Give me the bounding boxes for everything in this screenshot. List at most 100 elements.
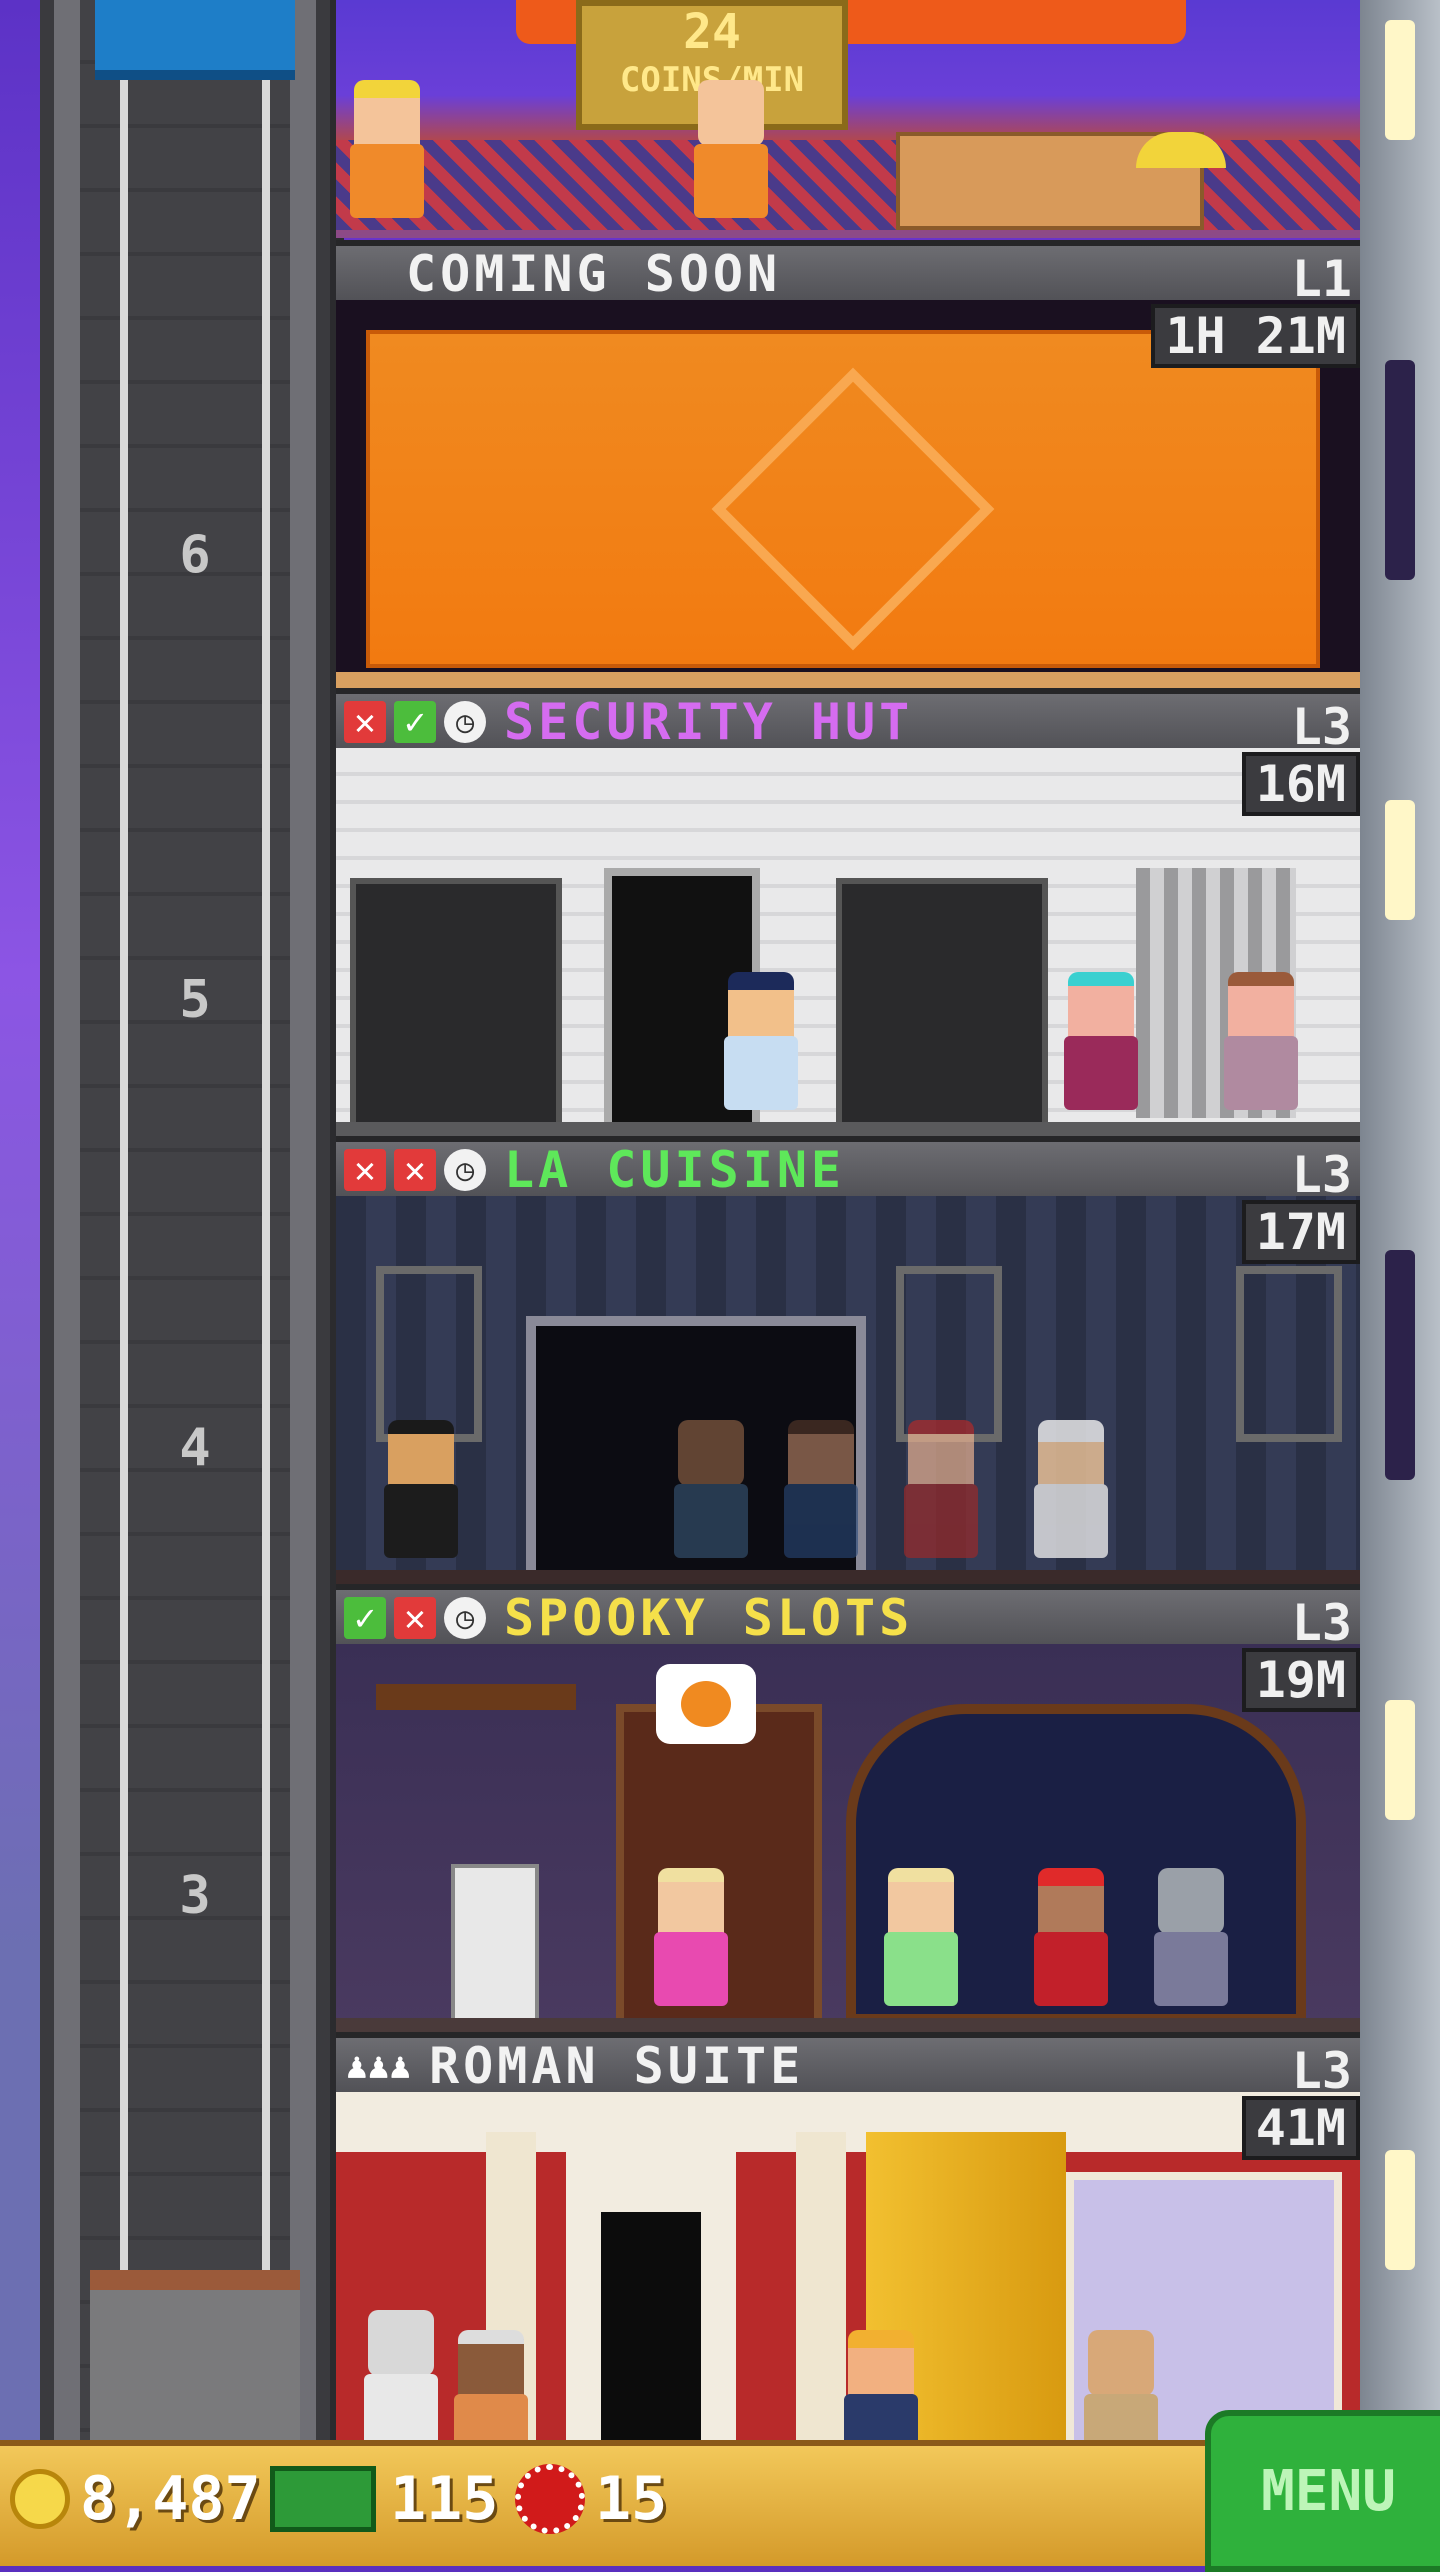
floor-timer: 1H 21M (1151, 304, 1360, 368)
floor-boards (336, 2018, 1360, 2032)
building-window (1385, 1250, 1415, 1480)
elevator-cable-left (120, 0, 128, 2440)
floor-title: LA CUISINE (504, 1141, 846, 1199)
bitizen-visitor[interactable] (1076, 2330, 1166, 2440)
elevator-car-icon[interactable] (95, 0, 295, 80)
x-icon: ✕ (344, 701, 386, 743)
coins-display[interactable]: 8,487 (10, 2464, 261, 2534)
floor-timer: 19M (1241, 1648, 1360, 1712)
floor-timer: 16M (1241, 752, 1360, 816)
check-icon: ✓ (344, 1597, 386, 1639)
restaurant-room[interactable] (336, 1196, 1360, 1584)
building-window (1385, 360, 1415, 580)
construction-tarp (366, 330, 1320, 668)
floor-timer: 41M (1241, 2096, 1360, 2160)
floor-la-cuisine[interactable]: ✕ ✕ ◷ LA CUISINE L3 17M (336, 1136, 1360, 1584)
security-room[interactable] (336, 748, 1360, 1136)
elevator-lobby-car (90, 2270, 300, 2460)
door (601, 2212, 701, 2440)
floor-security-hut[interactable]: ✕ ✓ ◷ SECURITY HUT L3 16M (336, 688, 1360, 1136)
floor-title: SPOOKY SLOTS (504, 1589, 914, 1647)
chandelier (376, 1684, 576, 1710)
floor-top-partial[interactable]: 24 COINS/MIN (336, 0, 1360, 238)
tokens-value: 15 (595, 2464, 668, 2534)
shaft-rail-right (316, 0, 330, 2440)
floor-title: ROMAN SUITE (429, 2037, 805, 2095)
floor-spooky-slots[interactable]: ✓ ✕ ◷ SPOOKY SLOTS L3 19M (336, 1584, 1360, 2032)
floor-roman-suite[interactable]: ♟ ♟ ♟ ROMAN SUITE L3 41M (336, 2032, 1360, 2440)
bitizen-worker[interactable] (342, 80, 432, 230)
roman-suite-room[interactable] (336, 2092, 1360, 2440)
shaft-floor-number: 5 (179, 970, 211, 1030)
shaft-floor-number: 3 (179, 1866, 211, 1926)
coin-icon (10, 2469, 70, 2529)
bux-display[interactable]: 115 (270, 2464, 498, 2534)
floor-header: COMING SOON L1 (336, 240, 1360, 308)
shaft-floor-number: 4 (179, 1418, 211, 1478)
bitizen-visitor[interactable] (1056, 972, 1146, 1122)
shaft-floor-number: 6 (179, 525, 211, 585)
clock-icon: ◷ (444, 701, 486, 743)
bitizen-chef[interactable] (1026, 1420, 1116, 1570)
bitizen-worker[interactable] (686, 80, 776, 230)
bux-icon (270, 2466, 376, 2532)
painting (376, 1266, 482, 1442)
building-window (1385, 2150, 1415, 2270)
worker-slot-icon: ♟ (389, 2045, 412, 2087)
coins-value: 8,487 (80, 2464, 261, 2534)
bitizen-visitor[interactable] (446, 2330, 536, 2440)
construction-sign-icon (711, 367, 995, 651)
elevator-shaft (40, 0, 330, 2440)
slot-machine (451, 1864, 539, 2032)
floor-coming-soon[interactable]: COMING SOON L1 1H 21M (336, 240, 1360, 688)
chip-icon (515, 2464, 585, 2534)
building-window (1385, 1700, 1415, 1820)
painting (1236, 1266, 1342, 1442)
tokens-display[interactable]: 15 (515, 2464, 667, 2534)
check-icon: ✓ (394, 701, 436, 743)
x-icon: ✕ (394, 1597, 436, 1639)
pumpkin-icon (681, 1681, 731, 1727)
floor-boards (336, 1570, 1360, 1584)
floor-header: ✕ ✕ ◷ LA CUISINE L3 (336, 1136, 1360, 1204)
clock-icon: ◷ (444, 1597, 486, 1639)
menu-button[interactable]: MENU (1205, 2410, 1440, 2572)
bitizen-bellhop[interactable] (1026, 1868, 1116, 2018)
casino-room[interactable] (336, 1644, 1360, 2032)
shaft-rail-left (40, 0, 54, 2440)
bitizen-visitor[interactable] (836, 2330, 926, 2440)
floor-header: ✕ ✓ ◷ SECURITY HUT L3 (336, 688, 1360, 756)
floor-title: SECURITY HUT (504, 693, 914, 751)
thought-bubble (656, 1664, 756, 1744)
monitor-console (350, 878, 562, 1130)
worker-slot-icon: ♟ (367, 2045, 390, 2087)
bitizen-customer[interactable] (896, 1420, 986, 1570)
bitizen-visitor[interactable] (1216, 972, 1306, 1122)
sky-background (0, 0, 40, 2440)
income-badge-value: 24 (683, 4, 741, 60)
statue (356, 2310, 446, 2440)
floor-header: ✓ ✕ ◷ SPOOKY SLOTS L3 (336, 1584, 1360, 1652)
bitizen-waiter[interactable] (376, 1420, 466, 1570)
shaft-inner (80, 0, 290, 2440)
monitor-console (836, 878, 1048, 1130)
bitizen-customer[interactable] (666, 1420, 756, 1570)
worker-slot-icon: ♟ (346, 2045, 368, 2087)
building-window (1385, 20, 1415, 140)
bitizen-visitor[interactable] (646, 1868, 736, 2018)
floor-boards (336, 672, 1360, 688)
bitizen-security-guard[interactable] (716, 972, 806, 1122)
elevator-cable-right (262, 0, 270, 2440)
bitizen-visitor[interactable] (876, 1868, 966, 2018)
bux-value: 115 (390, 2464, 499, 2534)
bitizen-customer[interactable] (776, 1420, 866, 1570)
x-icon: ✕ (394, 1149, 436, 1191)
floor-header: ♟ ♟ ♟ ROMAN SUITE L3 (336, 2032, 1360, 2100)
building-window (1385, 800, 1415, 920)
floor-title: COMING SOON (406, 245, 782, 303)
x-icon: ✕ (344, 1149, 386, 1191)
bitizen-zombie[interactable] (1146, 1868, 1236, 2018)
floor-boards (336, 1122, 1360, 1136)
clock-icon: ◷ (444, 1149, 486, 1191)
painting (896, 1266, 1002, 1442)
